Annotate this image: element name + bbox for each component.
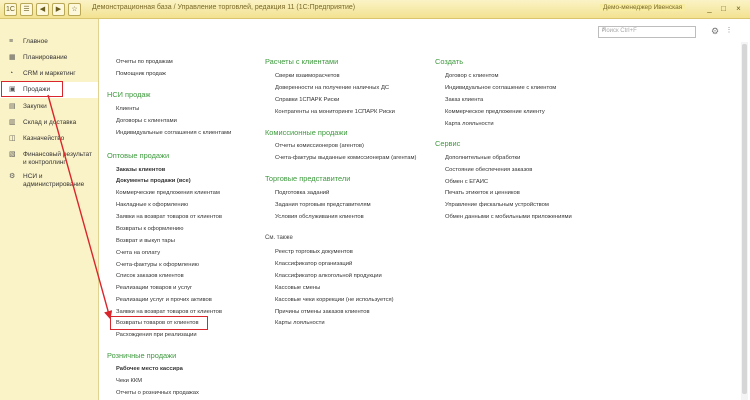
scrollbar-thumb[interactable] <box>742 44 747 394</box>
annotation-arrow <box>47 94 113 320</box>
vertical-scrollbar[interactable] <box>741 42 748 400</box>
